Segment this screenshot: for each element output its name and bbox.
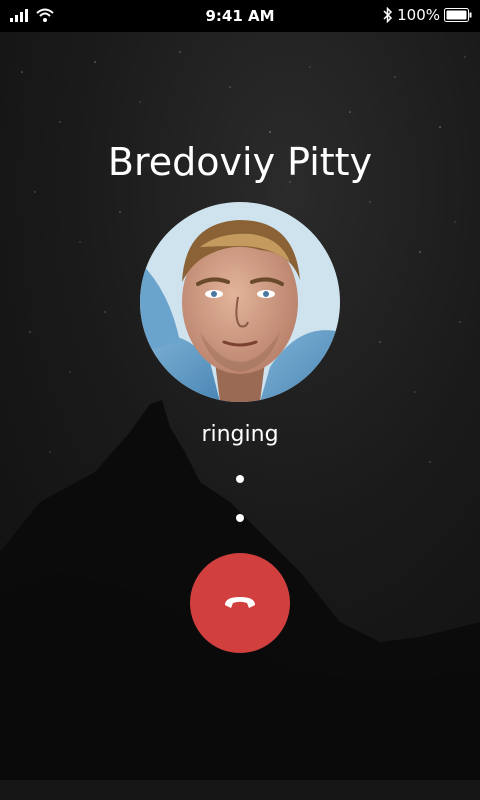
bottom-bar <box>0 780 480 800</box>
end-call-button[interactable] <box>190 553 290 653</box>
phone-hangup-icon <box>225 597 255 608</box>
ringing-dot-1 <box>236 475 244 483</box>
contact-avatar <box>140 202 340 402</box>
contact-name: Bredoviy Pitty <box>107 140 373 184</box>
call-status: ringing <box>201 422 279 447</box>
call-screen: 9:41 AM 100% Bredoviy Pitty ringing <box>0 0 480 800</box>
battery-percent: 100% <box>397 6 440 24</box>
bluetooth-icon <box>383 7 393 23</box>
status-right: 100% <box>383 6 472 24</box>
ringing-dot-2 <box>236 514 244 522</box>
status-bar: 9:41 AM 100% <box>0 0 480 32</box>
battery-icon <box>444 8 472 22</box>
contact-photo <box>140 202 340 402</box>
